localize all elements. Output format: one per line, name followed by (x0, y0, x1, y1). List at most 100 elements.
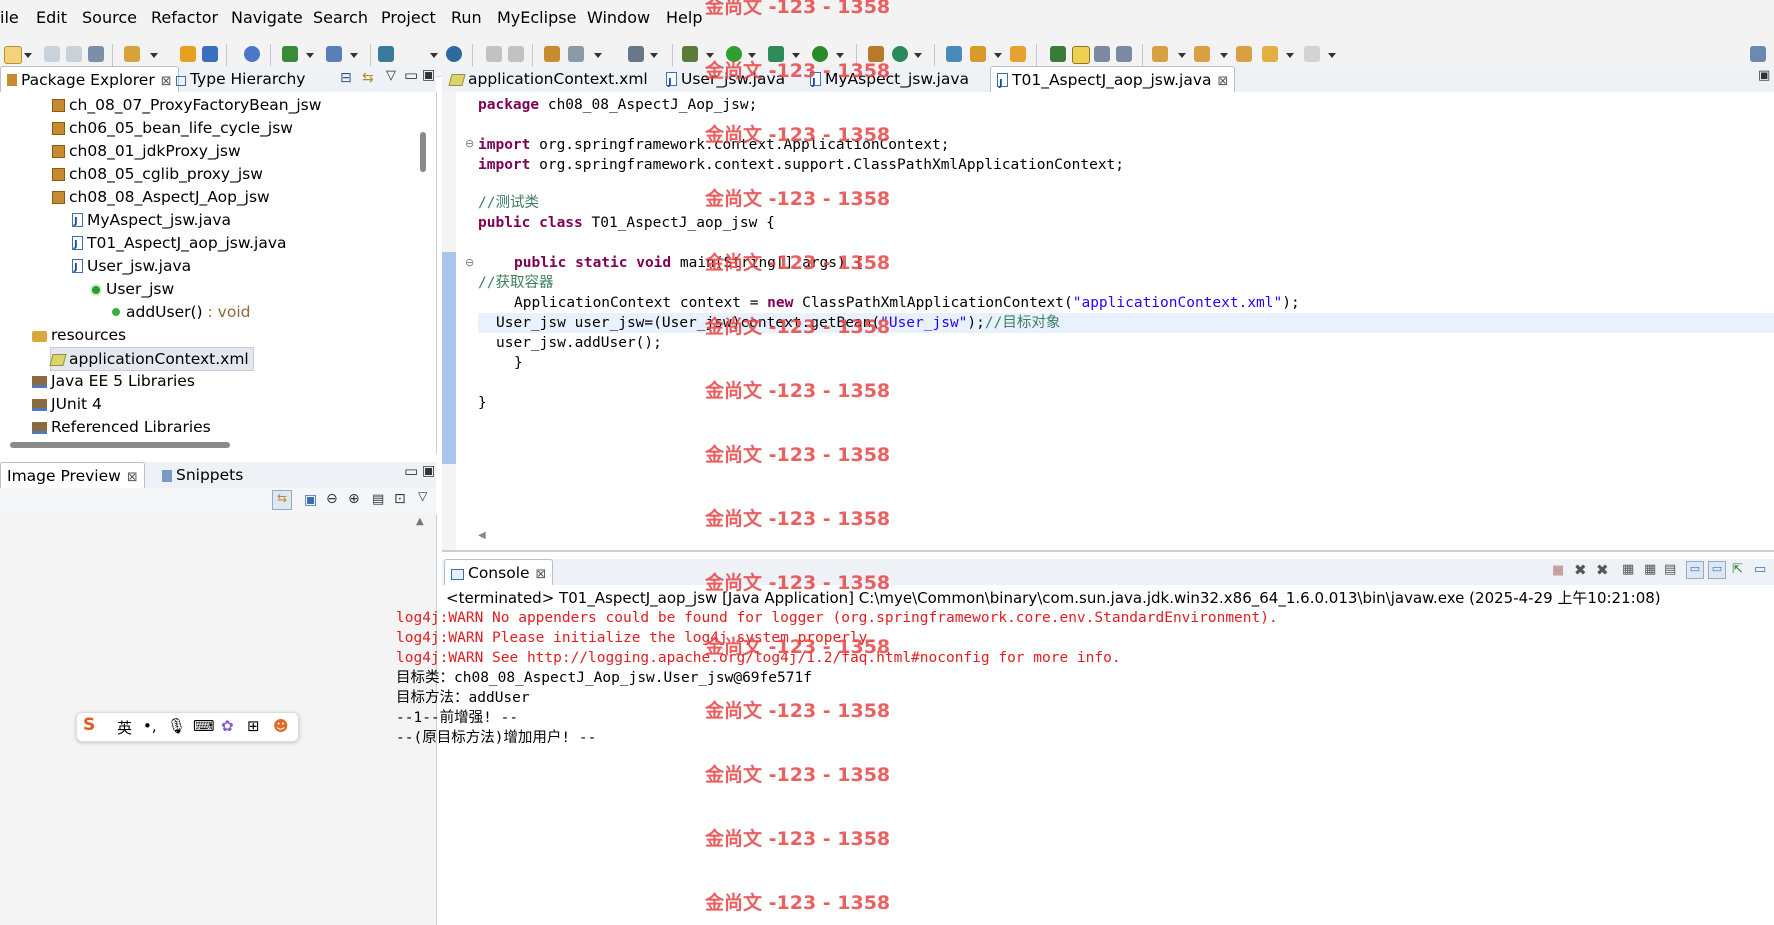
tree-item[interactable]: ch06_05_bean_life_cycle_jsw (52, 117, 293, 139)
tab-type-hierarchy[interactable]: Type Hierarchy (170, 66, 311, 92)
highlight-icon[interactable] (1072, 46, 1090, 64)
next-annotation-icon[interactable] (1152, 46, 1168, 62)
menu-window[interactable]: Window (587, 8, 650, 27)
tab-package-explorer[interactable]: Package Explorer ⊠ (0, 66, 179, 93)
save-icon[interactable] (44, 46, 60, 62)
menu-edit[interactable]: Edit (36, 8, 67, 27)
close-icon[interactable]: ⊠ (127, 470, 138, 485)
close-icon[interactable]: ⊠ (1218, 74, 1229, 89)
show-whitespace-icon[interactable] (1116, 46, 1132, 62)
server-icon[interactable] (244, 46, 260, 62)
forward-icon[interactable] (1304, 46, 1320, 62)
maximize-icon[interactable]: ▣ (422, 463, 435, 479)
new-class-icon[interactable] (892, 46, 908, 62)
scroll-left-icon[interactable]: ◀ (478, 530, 486, 541)
collapse-all-icon[interactable]: ⊟ (340, 70, 352, 86)
tree-item[interactable]: ch08_08_AspectJ_Aop_jsw (52, 186, 270, 208)
maximize-icon[interactable]: ▣ (1758, 68, 1770, 83)
tab-snippets[interactable]: Snippets (156, 462, 249, 488)
open-type-icon[interactable] (180, 46, 196, 62)
remove-launch-icon[interactable]: ✖ (1574, 561, 1587, 579)
menu-file[interactable]: ile (0, 8, 19, 27)
folder-open-icon[interactable] (1010, 46, 1026, 62)
tree-item[interactable]: Referenced Libraries (32, 416, 211, 438)
toggle-mark-icon[interactable] (1050, 46, 1066, 62)
deploy-icon[interactable] (282, 46, 298, 62)
search-tool-icon[interactable] (970, 46, 986, 62)
clear-console-icon[interactable]: ▦ (1622, 562, 1634, 577)
block-select-icon[interactable] (1094, 46, 1110, 62)
settings-icon[interactable] (568, 46, 584, 62)
punctuation-icon[interactable]: •, (143, 717, 157, 735)
tree-item[interactable]: User_jsw (90, 278, 174, 300)
word-wrap-icon[interactable]: ▤ (1664, 562, 1676, 577)
open-resource-icon[interactable] (202, 46, 218, 62)
remove-all-icon[interactable]: ✖ (1596, 561, 1609, 579)
tree-item[interactable]: User_jsw.java (72, 255, 191, 279)
display-console-icon[interactable]: ▭ (1754, 562, 1766, 577)
view-menu-icon[interactable]: ▽ (386, 68, 396, 83)
new-icon[interactable] (4, 46, 22, 64)
fit-icon[interactable]: ▣ (304, 492, 317, 508)
skin-icon[interactable]: ✿ (221, 717, 234, 735)
show-on-error-icon[interactable]: ▭ (1708, 561, 1726, 579)
sogou-logo-icon[interactable]: S (83, 715, 95, 735)
perspective-icon[interactable] (1750, 46, 1766, 62)
tab-t01-aspectj-aop-jsw-java[interactable]: T01_AspectJ_aop_jsw.java ⊠ (990, 66, 1236, 97)
back-icon[interactable] (1262, 46, 1278, 62)
paste-icon[interactable] (508, 46, 524, 62)
fold-icon[interactable]: ⊖ (465, 137, 474, 150)
link-editor-icon[interactable]: ⇆ (362, 70, 374, 86)
menu-run[interactable]: Run (451, 8, 482, 27)
tree-item[interactable]: addUser() : void (110, 301, 251, 323)
browser-icon[interactable] (446, 46, 462, 62)
menu-project[interactable]: Project (381, 8, 436, 27)
close-icon[interactable]: ⊠ (536, 567, 547, 582)
tree-item[interactable]: resources (32, 324, 126, 346)
tree-item[interactable]: ch_08_07_ProxyFactoryBean_jsw (52, 94, 321, 116)
tree-item[interactable]: MyAspect_jsw.java (72, 209, 231, 233)
tree-item[interactable]: ch08_01_jdkProxy_jsw (52, 140, 241, 162)
menu-source[interactable]: Source (82, 8, 137, 27)
tree-item[interactable]: Java EE 5 Libraries (32, 370, 195, 392)
scroll-up-icon[interactable]: ▲ (416, 516, 424, 527)
fit-window-icon[interactable]: ⊡ (394, 491, 406, 507)
view-menu-icon[interactable]: ▽ (418, 489, 427, 503)
mascot-icon[interactable]: ☻ (273, 717, 289, 735)
minimize-icon[interactable]: ▭ (404, 66, 418, 84)
menu-navigate[interactable]: Navigate (231, 8, 303, 27)
keyboard-icon[interactable]: ⌨ (193, 717, 215, 735)
screen-icon[interactable] (628, 46, 644, 62)
microphone-icon[interactable]: 🎙 (167, 717, 186, 735)
menu-search[interactable]: Search (313, 8, 368, 27)
actual-size-icon[interactable]: ▤ (372, 492, 384, 507)
show-on-output-icon[interactable]: ▭ (1686, 561, 1704, 579)
scroll-lock-icon[interactable]: ▦ (1644, 562, 1656, 577)
tree-item[interactable]: JUnit 4 (32, 393, 102, 415)
run-server-icon[interactable] (326, 46, 342, 62)
zoom-in-icon[interactable]: ⊕ (348, 491, 360, 507)
vertical-scrollbar[interactable] (420, 132, 426, 172)
debug-icon[interactable] (682, 46, 698, 62)
new-project-icon[interactable] (124, 46, 140, 62)
zoom-out-icon[interactable]: ⊖ (326, 491, 338, 507)
fold-icon[interactable]: ⊖ (465, 256, 474, 269)
toolbox-icon[interactable]: ⊞ (247, 717, 260, 735)
tab-application-context-xml[interactable]: applicationContext.xml (444, 66, 654, 92)
menu-help[interactable]: Help (666, 8, 702, 27)
pin-console-icon[interactable]: ⇱ (1732, 562, 1743, 577)
last-edit-icon[interactable] (1236, 46, 1252, 62)
save-all-icon[interactable] (66, 46, 82, 62)
cut-icon[interactable] (486, 46, 502, 62)
menu-refactor[interactable]: Refactor (151, 8, 218, 27)
wizard-icon[interactable] (544, 46, 560, 62)
tree-item-selected[interactable]: applicationContext.xml (49, 347, 254, 371)
tree-item[interactable]: T01_AspectJ_aop_jsw.java (72, 232, 287, 256)
ime-language-toggle[interactable]: 英 (117, 717, 132, 738)
maximize-icon[interactable]: ▣ (422, 67, 435, 83)
db-icon[interactable] (378, 46, 394, 62)
terminate-icon[interactable]: ■ (1552, 563, 1564, 578)
sync-icon[interactable]: ⇆ (272, 490, 292, 510)
new-dropdown-icon[interactable] (24, 53, 32, 58)
code-editor[interactable]: ⊖ ⊖ package ch08_08_AspectJ_Aop_jsw; imp… (442, 92, 1774, 552)
